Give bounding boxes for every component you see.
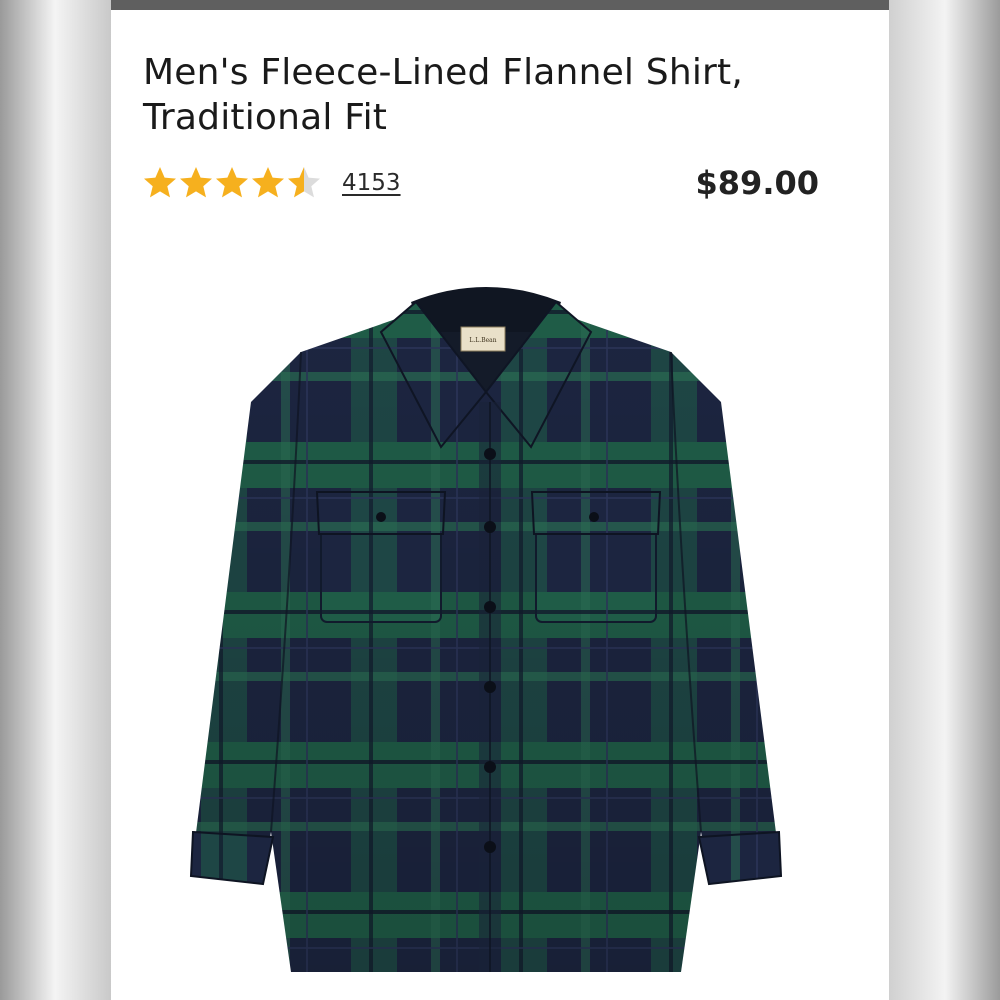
rating-row: 4153 $89.00 [143,162,819,206]
star-icon [144,167,176,198]
star-rating[interactable] [143,166,323,202]
product-title: Men's Fleece-Lined Flannel Shirt, Tradit… [143,52,744,138]
product-price: $89.00 [695,164,819,202]
brand-label-text: L.L.Bean [469,337,496,344]
product-card: Men's Fleece-Lined Flannel Shirt, Tradit… [111,10,889,1000]
star-icon [252,167,284,198]
flannel-shirt-image: L.L.Bean [189,287,783,972]
half-star-icon [288,167,320,198]
review-count-link[interactable]: 4153 [342,170,401,196]
product-image[interactable]: L.L.Bean [181,272,791,987]
star-icon [216,167,248,198]
star-icon [180,167,212,198]
top-bar [111,0,889,10]
